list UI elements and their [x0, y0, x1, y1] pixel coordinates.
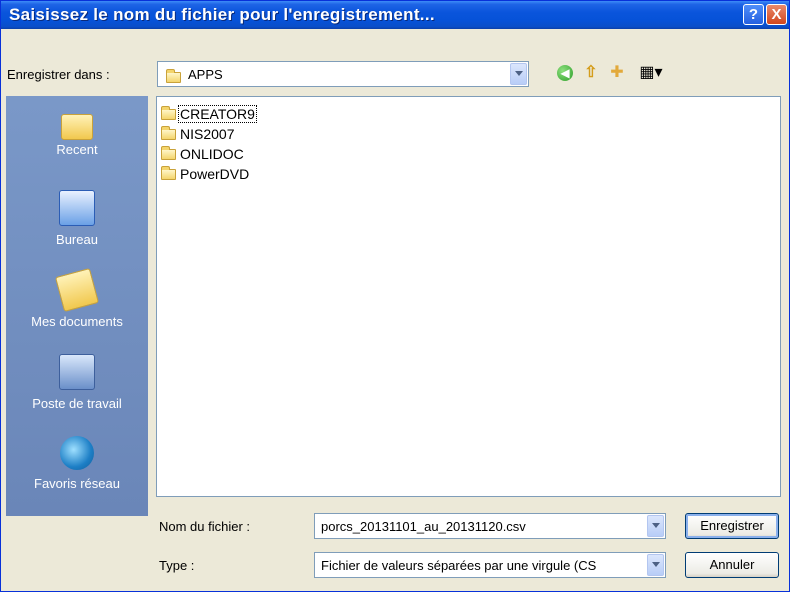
new-folder-icon[interactable]: ✚ [607, 63, 627, 83]
places-bar: Recent Bureau Mes documents Poste de tra… [6, 96, 148, 516]
desktop-icon [59, 190, 95, 226]
place-recent-label: Recent [56, 142, 98, 157]
cancel-button[interactable]: Annuler [685, 552, 779, 578]
place-poste-de-travail[interactable]: Poste de travail [6, 354, 148, 411]
list-item[interactable]: PowerDVD [161, 165, 250, 183]
views-menu-icon[interactable]: ▦▾ [637, 63, 665, 83]
filetype-select[interactable]: Fichier de valeurs séparées par une virg… [314, 552, 666, 578]
save-in-combo[interactable]: APPS [157, 61, 529, 87]
place-favoris-reseau-label: Favoris réseau [34, 476, 120, 491]
file-name: PowerDVD [180, 166, 250, 182]
filename-value: porcs_20131101_au_20131120.csv [321, 519, 526, 534]
folder-icon [161, 145, 176, 160]
list-item[interactable]: CREATOR9 [161, 105, 257, 123]
file-name: ONLIDOC [180, 146, 244, 162]
filetype-value: Fichier de valeurs séparées par une virg… [321, 558, 597, 573]
file-list[interactable]: CREATOR9 NIS2007 ONLIDOC PowerDVD [156, 96, 781, 497]
save-in-label: Enregistrer dans : [7, 67, 110, 82]
place-favoris-reseau[interactable]: Favoris réseau [6, 436, 148, 491]
up-folder-icon[interactable]: ⇧ [581, 63, 601, 83]
my-computer-icon [59, 354, 95, 390]
chevron-down-icon[interactable] [647, 554, 664, 576]
folder-icon [161, 125, 176, 140]
place-bureau-label: Bureau [56, 232, 98, 247]
chevron-down-icon[interactable] [647, 515, 664, 537]
place-recent[interactable]: Recent [6, 110, 148, 157]
place-poste-de-travail-label: Poste de travail [32, 396, 122, 411]
help-button[interactable]: ? [743, 4, 764, 25]
close-button[interactable]: X [766, 4, 787, 25]
my-documents-icon [54, 267, 100, 313]
save-dialog: Saisissez le nom du fichier pour l'enreg… [0, 0, 790, 592]
folder-icon [161, 165, 176, 180]
title-bar[interactable]: Saisissez le nom du fichier pour l'enreg… [1, 1, 789, 29]
chevron-down-icon[interactable] [510, 63, 527, 85]
place-mes-documents[interactable]: Mes documents [6, 267, 148, 329]
place-mes-documents-label: Mes documents [31, 314, 123, 329]
recent-folder-icon [61, 114, 93, 140]
folder-icon [166, 69, 181, 84]
list-item[interactable]: ONLIDOC [161, 145, 245, 163]
filename-input[interactable]: porcs_20131101_au_20131120.csv [314, 513, 666, 539]
place-bureau[interactable]: Bureau [6, 190, 148, 247]
save-button[interactable]: Enregistrer [685, 513, 779, 539]
back-icon[interactable]: ◀ [557, 65, 573, 81]
filename-label: Nom du fichier : [159, 519, 251, 534]
network-places-icon [60, 436, 94, 470]
folder-icon [161, 105, 176, 120]
filetype-label: Type : [159, 558, 195, 573]
list-item[interactable]: NIS2007 [161, 125, 235, 143]
dialog-title: Saisissez le nom du fichier pour l'enreg… [9, 5, 435, 24]
save-in-value: APPS [188, 67, 223, 82]
file-name: NIS2007 [180, 126, 235, 142]
file-name: CREATOR9 [178, 105, 257, 123]
